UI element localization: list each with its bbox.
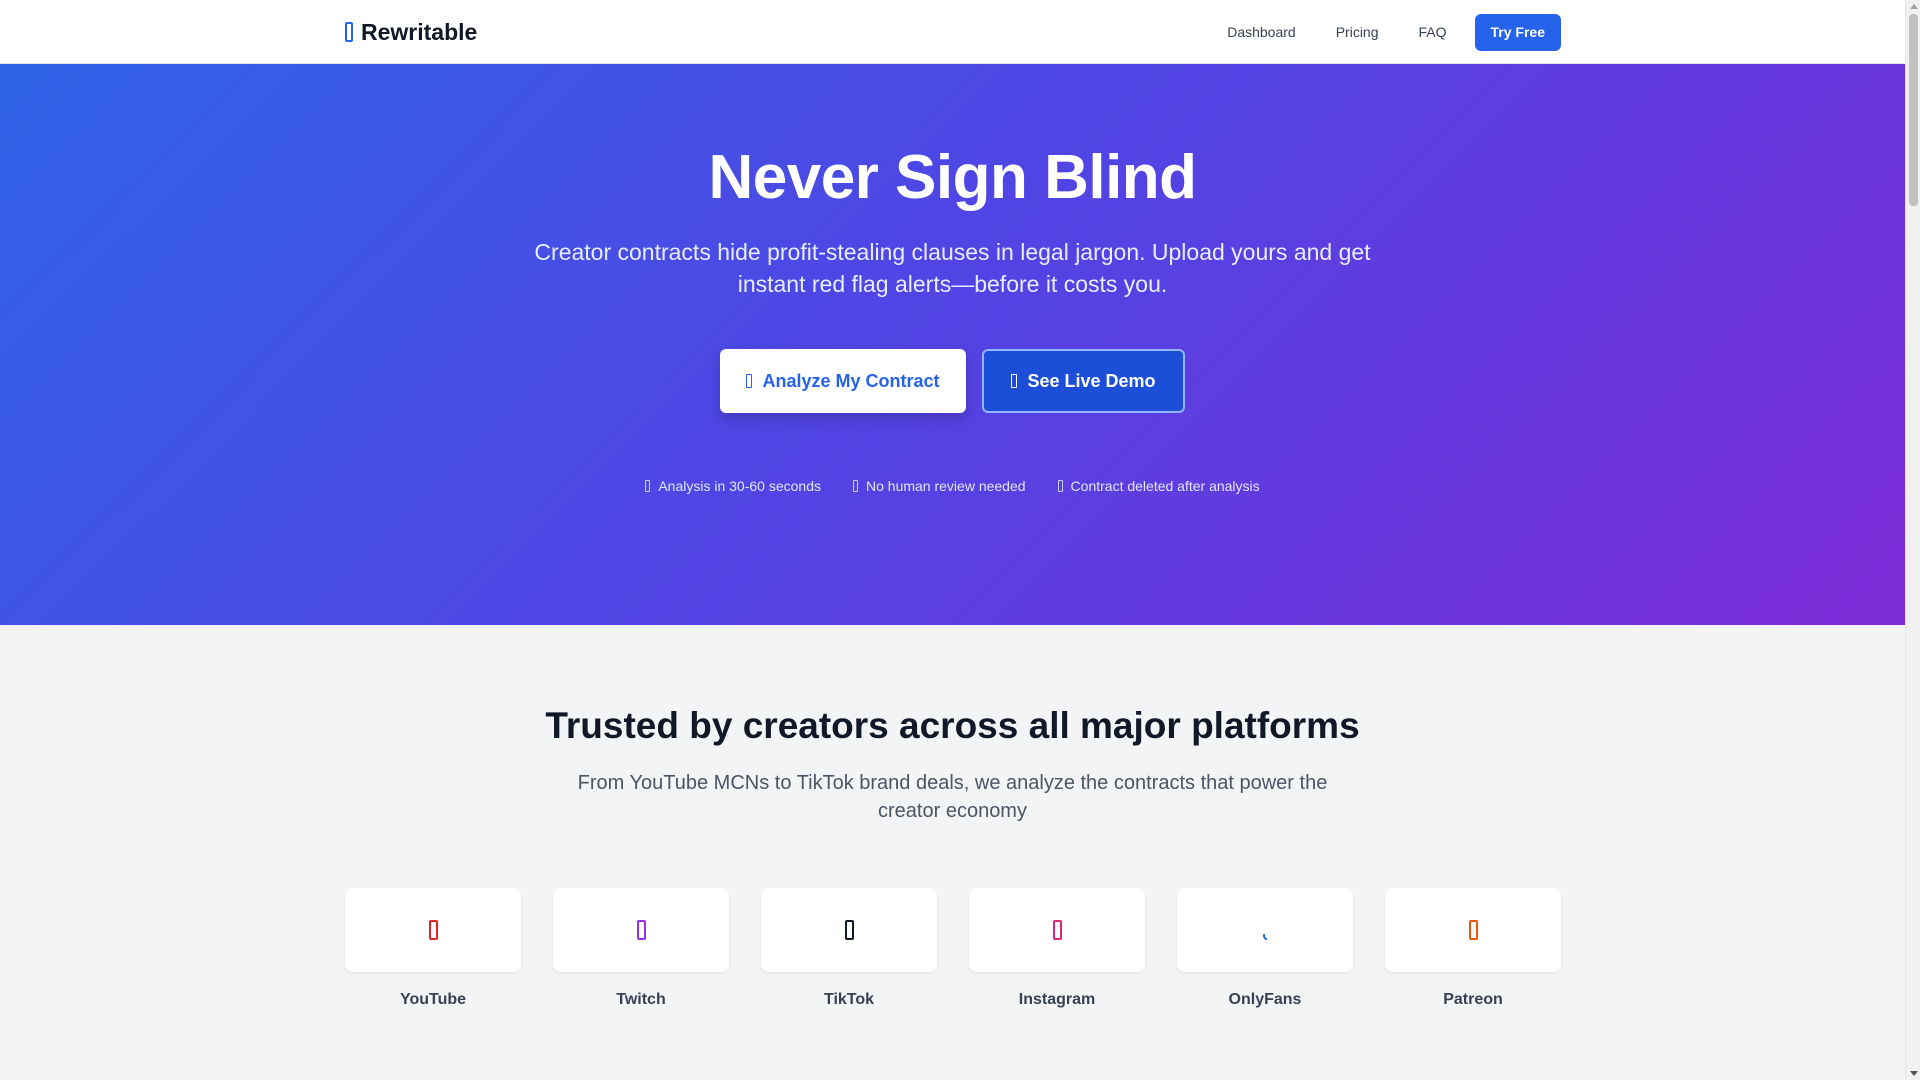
scroll-thumb[interactable]: [1909, 14, 1918, 206]
nav-link-pricing[interactable]: Pricing: [1336, 24, 1379, 40]
feature-automated-text: No human review needed: [866, 478, 1026, 494]
hero-section: Never Sign Blind Creator contracts hide …: [0, 64, 1905, 625]
live-demo-button[interactable]: See Live Demo: [982, 349, 1185, 413]
try-free-button[interactable]: Try Free: [1474, 13, 1561, 51]
clock-icon: [645, 480, 651, 492]
hero-subtitle: Creator contracts hide profit-stealing c…: [534, 239, 1371, 297]
hero-buttons: Analyze My Contract See Live Demo: [0, 349, 1905, 413]
brand-name: Rewritable: [361, 18, 478, 45]
twitch-icon: [636, 920, 646, 940]
robot-icon: [853, 480, 858, 492]
top-navbar: Rewritable Dashboard Pricing FAQ Try Fre…: [0, 0, 1905, 64]
live-demo-label: See Live Demo: [1027, 370, 1156, 391]
platforms-subtitle: From YouTube MCNs to TikTok brand deals,…: [577, 772, 1328, 822]
platform-card: [761, 888, 937, 972]
feature-speed: Analysis in 30-60 seconds: [645, 478, 821, 494]
platform-card: [345, 888, 521, 972]
platform-card: [553, 888, 729, 972]
platform-onlyfans[interactable]: OnlyFans: [1177, 888, 1353, 1009]
feature-privacy: Contract deleted after analysis: [1057, 478, 1260, 494]
platform-twitch[interactable]: Twitch: [553, 888, 729, 1009]
platform-label: Patreon: [1443, 991, 1503, 1008]
scroll-up-arrow-icon[interactable]: [1910, 4, 1918, 9]
landing-page: Rewritable Dashboard Pricing FAQ Try Fre…: [0, 0, 1905, 1080]
upload-icon: [746, 374, 753, 388]
onlyfans-icon: [1263, 934, 1267, 940]
platform-label: YouTube: [399, 991, 467, 1008]
platform-label: TikTok: [823, 991, 875, 1008]
nav-link-dashboard[interactable]: Dashboard: [1227, 24, 1296, 40]
platform-label: Twitch: [616, 991, 666, 1008]
platform-card: [969, 888, 1145, 972]
play-icon: [1011, 374, 1018, 388]
platform-instagram[interactable]: Instagram: [969, 888, 1145, 1009]
hero-title: Never Sign Blind: [708, 143, 1197, 212]
platform-youtube[interactable]: YouTube: [345, 888, 521, 1009]
platform-patreon[interactable]: Patreon: [1385, 888, 1561, 1009]
platforms-section: Trusted by creators across all major pla…: [0, 625, 1905, 1080]
feature-automated: No human review needed: [853, 478, 1026, 494]
scroll-down-arrow-icon[interactable]: [1910, 1071, 1918, 1076]
platform-label: OnlyFans: [1228, 991, 1302, 1008]
trash-icon: [1057, 480, 1063, 492]
navbar-container: Rewritable Dashboard Pricing FAQ Try Fre…: [345, 0, 1561, 64]
feature-privacy-text: Contract deleted after analysis: [1070, 478, 1260, 494]
analyze-contract-label: Analyze My Contract: [762, 370, 940, 391]
hero-features: Analysis in 30-60 seconds No human revie…: [0, 478, 1905, 494]
platform-card: [1385, 888, 1561, 972]
nav-link-faq[interactable]: FAQ: [1419, 24, 1447, 40]
platform-tiktok[interactable]: TikTok: [761, 888, 937, 1009]
youtube-icon: [428, 920, 438, 940]
platform-list: YouTube Twitch TikTok Instagram OnlyFans…: [345, 888, 1561, 1009]
platform-label: Instagram: [1018, 991, 1096, 1008]
nav-links: Dashboard Pricing FAQ Try Free: [1187, 13, 1561, 51]
instagram-icon: [1052, 920, 1062, 940]
page-scrollbar[interactable]: [1905, 0, 1920, 1080]
feature-speed-text: Analysis in 30-60 seconds: [658, 478, 821, 494]
tiktok-icon: [844, 920, 854, 940]
platforms-title: Trusted by creators across all major pla…: [545, 705, 1360, 746]
platform-card: [1177, 888, 1353, 972]
analyze-contract-button[interactable]: Analyze My Contract: [720, 349, 966, 413]
brand-logo[interactable]: Rewritable: [345, 19, 477, 46]
document-icon: [345, 22, 353, 42]
patreon-icon: [1468, 920, 1478, 940]
